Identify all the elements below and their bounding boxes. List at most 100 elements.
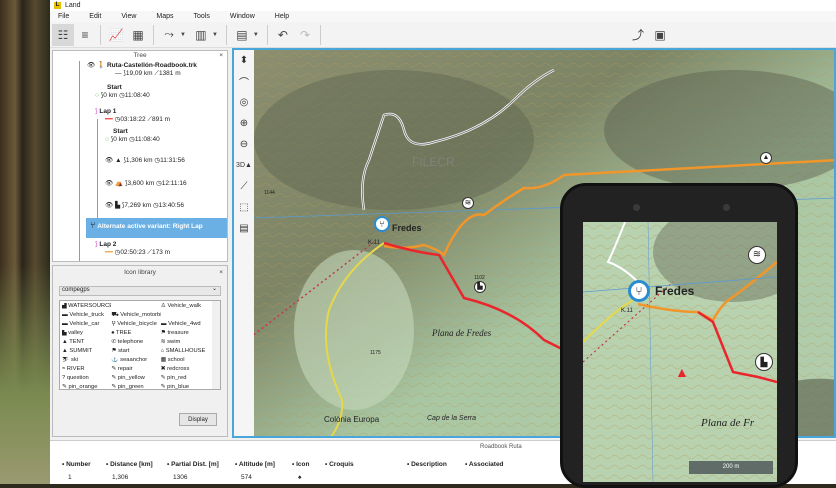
eye-icon[interactable]: 👁 [105,180,113,187]
col-description[interactable]: • Description [407,461,447,468]
icon-list-item[interactable]: ⚲ Vehicle_bicycle [111,321,160,330]
tree-icon: ▲ [115,157,122,164]
icon-list-item[interactable]: ≈ RIVER [62,366,111,375]
icon-list-item[interactable]: ⚑ treasure [161,330,210,339]
icon-list-item[interactable]: ✎ pin_yellow [111,375,160,384]
icon-list-item[interactable]: ? question [62,375,111,384]
icon-list-item[interactable]: ▲ SUMMIT [62,348,111,357]
icon-list-label: telephone [117,339,144,345]
icon-list-item[interactable]: ▬ Vehicle_4wd [161,321,210,330]
locate-icon[interactable]: ◎ [240,92,249,113]
cell-distance[interactable]: 1,306 [112,474,128,481]
undo-icon[interactable]: ↶ [272,24,294,46]
col-partial[interactable]: • Partial Dist. [m] [167,461,219,468]
zoom-in-icon[interactable]: ⊕ [240,113,248,134]
icon-list-item[interactable]: ▦ school [161,357,210,366]
col-distance[interactable]: • Distance [km] [106,461,153,468]
house-waypoint-icon[interactable]: ▙ [474,281,486,293]
zoom-out-icon[interactable]: ⊖ [240,134,248,155]
icon-list-item[interactable]: ▲ TENT [62,339,111,348]
ruler-icon[interactable]: ⟋ [241,176,248,197]
icon-list-item[interactable]: ⛟ Vehicle_motorbike [111,312,160,321]
icon-list-item[interactable]: ✎ repair [111,366,160,375]
icon-list-item[interactable]: ⚓ seaanchor [111,357,160,366]
icon-library-panel: Icon library × compegps ▟ WATERSOURCE ♙ Ve… [52,265,228,437]
cell-partial[interactable]: 1306 [173,474,187,481]
icon-list-item[interactable]: ▟ WATERSOURCE [62,303,111,312]
scrollbar[interactable] [212,301,220,389]
waypoint-node[interactable]: 👁 ▲ ⟆1,306 km ◷11:31:56 [105,156,185,164]
col-associated[interactable]: • Associated [465,461,504,468]
col-croquis[interactable]: • Croquis [325,461,354,468]
gps-route-icon[interactable]: ⤴ [627,24,649,46]
close-icon[interactable]: × [219,51,223,61]
chart-icon[interactable]: 📈 [105,24,127,46]
icon-list-item[interactable]: ⌂ SMALLHOUSE [161,348,210,357]
redo-icon[interactable]: ↷ [294,24,316,46]
start-node[interactable]: Start ○ ⟆0 km ◷11:08:40 [95,84,150,99]
eye-icon[interactable]: 👁 [105,157,113,164]
route-icon[interactable]: ⤳ [158,24,180,46]
menu-file[interactable]: File [58,13,69,20]
waypoint-node[interactable]: 👁 ⛺ ⟆3,600 km ◷12:11:16 [105,179,187,187]
waypoint-node[interactable]: 👁 ▙ ⟆7,269 km ◷13:40:56 [105,201,184,209]
menu-window[interactable]: Window [230,13,255,20]
icon-list-item[interactable]: ✖ redcross [161,366,210,375]
icon-list-item[interactable]: ▬ Vehicle_car [62,321,111,330]
map-label-cap: Cap de la Serra [427,415,477,422]
icon-list-label: repair [117,366,133,372]
icon-list[interactable]: ▟ WATERSOURCE ♙ Vehicle_walk ▬ Vehicle_tru… [59,300,221,390]
display-button[interactable]: Display [179,413,217,426]
icon-list-item[interactable]: ⛷ ski [62,357,111,366]
lap1-node[interactable]: ⟆ Lap 1 ━━ ◷03:18:22 ⟋891 m [95,107,170,124]
icon-list-item[interactable]: ⚑ start [111,348,160,357]
icon-list-label: seaanchor [120,357,148,363]
calendar-icon[interactable]: ▦ [127,24,149,46]
house-icon: ▙ [115,202,121,209]
3d-icon[interactable]: 3D▲ [236,155,252,176]
device-map [583,222,777,482]
col-altitude[interactable]: • Altitude [m] [235,461,275,468]
cell-altitude[interactable]: 574 [241,474,252,481]
icon-list-item[interactable]: ✎ pin_blue [161,384,210,389]
menu-edit[interactable]: Edit [89,13,101,20]
layers-icon[interactable]: ▤ [239,218,248,239]
menu-tools[interactable]: Tools [194,13,210,20]
category-select[interactable]: compegps [59,285,221,296]
col-icon[interactable]: • Icon [292,461,309,468]
close-icon[interactable]: × [219,268,223,278]
tree-view-icon[interactable]: ☷ [52,23,74,46]
lap2-node[interactable]: ⟆ Lap 2 ━━ ◷02:50:23 ⟋173 m [95,240,170,257]
compass-icon[interactable]: ⬍ [240,50,248,71]
track-node[interactable]: 👁 🚶 Ruta-Castellón-Roadbook.trk — ⟆19,09… [87,61,197,78]
icon-list-item[interactable]: ✎ pin_red [161,375,210,384]
col-number[interactable]: • Number [62,461,91,468]
menu-maps[interactable]: Maps [156,13,173,20]
icon-list-item[interactable]: ✎ pin_green [111,384,160,389]
hiker-icon: 🚶 [97,62,106,69]
layers-icon[interactable]: ▤ [231,24,253,46]
icon-list-item[interactable]: ✎ pin_orange [62,384,111,389]
icon-list-label: SUMMIT [69,348,93,354]
eye-icon[interactable]: 👁 [105,202,113,209]
list-icon[interactable]: ≡ [74,24,96,46]
fork-waypoint-icon[interactable]: ⑂ [374,216,390,232]
device-icon[interactable]: ▣ [649,24,671,46]
swim-waypoint-icon[interactable]: ≋ [462,197,474,209]
cell-number[interactable]: 1 [68,474,72,481]
select-area-icon[interactable]: ⬚ [239,197,248,218]
eye-icon[interactable]: 👁 [87,62,95,69]
icon-list-item[interactable]: ♙ Vehicle_walk [161,303,210,312]
summit-waypoint-icon[interactable]: ▲ [760,152,772,164]
menu-help[interactable]: Help [275,13,289,20]
icon-list-item[interactable]: ✆ telephone [111,339,160,348]
icon-list-item[interactable]: ▙ valley [62,330,111,339]
icon-list-item[interactable]: ▬ Vehicle_truck [62,312,111,321]
icon-list-item[interactable]: ♠ TREE [111,330,160,339]
icon-list-item[interactable]: ≋ swim [161,339,210,348]
map-icon[interactable]: ▥ [190,24,212,46]
start-node[interactable]: Start ○ ⟆0 km ◷11:08:40 [105,128,160,143]
menu-view[interactable]: View [121,13,136,20]
alternate-variant-node[interactable]: ⑂ Alternate active variant: Right Lap [86,218,227,238]
tilt-icon[interactable]: ⌒ [239,71,249,92]
